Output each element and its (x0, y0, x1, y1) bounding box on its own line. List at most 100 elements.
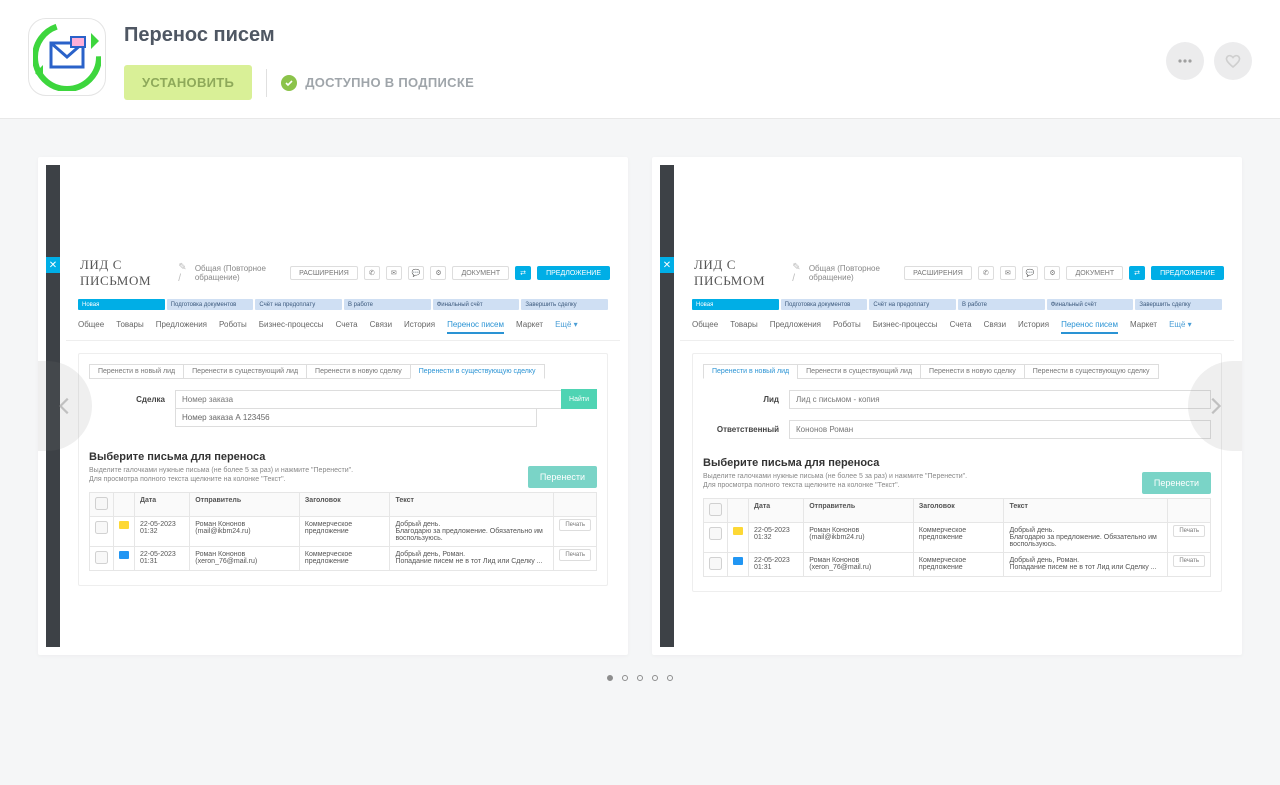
tab: История (404, 320, 435, 334)
install-button[interactable]: УСТАНОВИТЬ (124, 65, 252, 100)
col-date: Дата (135, 493, 190, 517)
responsible-label: Ответственный (703, 425, 779, 434)
tab: Бизнес-процессы (873, 320, 938, 334)
table-row: 22-05-2023 01:31 Роман Кононов (xeron_76… (90, 547, 597, 571)
transfer-panel: Перенести в новый лид Перенести в сущест… (692, 353, 1222, 592)
tab: Маркет (516, 320, 543, 334)
chat-icon: 💬 (408, 266, 425, 280)
tab-active: Перенос писем (1061, 320, 1118, 334)
crm-header: ЛИД С ПИСЬМОМ ✎ / Общая (Повторное обращ… (66, 251, 620, 295)
deal-label: Сделка (89, 395, 165, 404)
tab: Предложения (770, 320, 821, 334)
gallery-track: ✕ ЛИД С ПИСЬМОМ ✎ / Общая (Повторное обр… (38, 157, 1242, 655)
stage: В работе (344, 299, 431, 310)
link-icon: ⇄ (515, 266, 531, 280)
sub-tab: Перенести в существующий лид (797, 364, 921, 379)
transfer-subtabs: Перенести в новый лид Перенести в сущест… (89, 364, 597, 379)
tab-more: Ещё ▾ (555, 320, 578, 334)
stage: В работе (958, 299, 1045, 310)
stage: Завершить сделку (521, 299, 608, 310)
gear-icon: ⚙ (430, 266, 446, 280)
slideover-edge (660, 165, 674, 647)
crm-tabs: Общее Товары Предложения Роботы Бизнес-п… (680, 314, 1234, 341)
extensions-button: РАСШИРЕНИЯ (904, 266, 972, 280)
tab: Маркет (1130, 320, 1157, 334)
offer-button: ПРЕДЛОЖЕНИЕ (1151, 266, 1224, 280)
deal-input (175, 390, 597, 409)
link-icon: ⇄ (1129, 266, 1145, 280)
sub-tab-active: Перенести в существующую сделку (410, 364, 545, 379)
mail-table: Дата Отправитель Заголовок Текст (703, 498, 1211, 577)
gallery-slide[interactable]: ✕ ЛИД С ПИСЬМОМ ✎ / Общая (Повторное обр… (38, 157, 628, 655)
col-checkbox (90, 493, 114, 517)
pipeline-stages: Новая Подготовка документов Счёт на пред… (66, 295, 620, 314)
stage: Счёт на предоплату (869, 299, 956, 310)
tab: История (1018, 320, 1049, 334)
col-subject: Заголовок (299, 493, 390, 517)
check-circle-icon (281, 75, 297, 91)
stage: Подготовка документов (167, 299, 254, 310)
stage: Финальный счёт (433, 299, 520, 310)
lead-row: Лид (703, 389, 1211, 409)
lead-input (789, 390, 1211, 409)
separator (266, 69, 267, 97)
favorite-button[interactable] (1214, 42, 1252, 80)
stage: Финальный счёт (1047, 299, 1134, 310)
tab: Бизнес-процессы (259, 320, 324, 334)
lead-label: Лид (703, 395, 779, 404)
lead-title: ЛИД С ПИСЬМОМ (694, 257, 782, 289)
breadcrumb: Общая (Повторное обращение) (195, 264, 284, 282)
section-title: Выберите письма для переноса (89, 451, 597, 463)
sub-tab-active: Перенести в новый лид (703, 364, 798, 379)
tab: Счета (336, 320, 358, 334)
stage: Завершить сделку (1135, 299, 1222, 310)
tab-more: Ещё ▾ (1169, 320, 1192, 334)
transfer-subtabs: Перенести в новый лид Перенести в сущест… (703, 364, 1211, 379)
col-sender: Отправитель (190, 493, 300, 517)
sub-tab: Перенести в новый лид (89, 364, 184, 379)
close-icon: ✕ (46, 257, 60, 273)
stage: Счёт на предоплату (255, 299, 342, 310)
mail-icon: ✉ (386, 266, 402, 280)
chevron-right-icon (1204, 395, 1226, 417)
crm-mock: ✕ ЛИД С ПИСЬМОМ ✎ / Общая (Повторное обр… (46, 165, 620, 647)
crm-header: ЛИД С ПИСЬМОМ ✎ / Общая (Повторное обращ… (680, 251, 1234, 295)
stage: Новая (78, 299, 165, 310)
col-text: Текст (390, 493, 554, 517)
print-button: Печать (559, 549, 591, 561)
tab: Предложения (156, 320, 207, 334)
responsible-input (789, 420, 1211, 439)
more-button[interactable] (1166, 42, 1204, 80)
app-header: Перенос писем УСТАНОВИТЬ ДОСТУПНО В ПОДП… (0, 0, 1280, 119)
table-row: 22-05-2023 01:32 Роман Кононов (mail@ikb… (704, 523, 1211, 553)
close-icon: ✕ (660, 257, 674, 273)
transfer-panel: Перенести в новый лид Перенести в сущест… (78, 353, 608, 586)
extensions-button: РАСШИРЕНИЯ (290, 266, 358, 280)
phone-icon: ✆ (978, 266, 994, 280)
sub-tab: Перенести в существующую сделку (1024, 364, 1159, 379)
tab: Роботы (219, 320, 247, 334)
sub-tab: Перенести в существующий лид (183, 364, 307, 379)
subscription-label: ДОСТУПНО В ПОДПИСКЕ (305, 75, 474, 90)
mail-icon (119, 551, 129, 559)
gallery-slide[interactable]: ✕ ЛИД С ПИСЬМОМ ✎ / Общая (Повторное обр… (652, 157, 1242, 655)
tab: Товары (116, 320, 144, 334)
chat-icon: 💬 (1022, 266, 1039, 280)
pipeline-stages: Новая Подготовка документов Счёт на пред… (680, 295, 1234, 314)
gear-icon: ⚙ (1044, 266, 1060, 280)
document-button: ДОКУМЕНТ (1066, 266, 1123, 280)
sub-tab: Перенести в новую сделку (306, 364, 411, 379)
section-desc: Выделите галочками нужные письма (не бол… (89, 466, 597, 484)
header-body: Перенос писем УСТАНОВИТЬ ДОСТУПНО В ПОДП… (124, 18, 1148, 100)
table-row: 22-05-2023 01:31 Роман Кононов (xeron_76… (704, 553, 1211, 577)
tab: Общее (692, 320, 718, 334)
chevron-left-icon (54, 395, 76, 417)
header-actions: УСТАНОВИТЬ ДОСТУПНО В ПОДПИСКЕ (124, 65, 1148, 100)
crm-mock: ✕ ЛИД С ПИСЬМОМ ✎ / Общая (Повторное обр… (660, 165, 1234, 647)
lead-title: ЛИД С ПИСЬМОМ (80, 257, 168, 289)
print-button: Печать (1173, 525, 1205, 537)
autocomplete-hint: Номер заказа А 123456 (175, 409, 537, 427)
mail-icon: ✉ (1000, 266, 1016, 280)
sub-tab: Перенести в новую сделку (920, 364, 1025, 379)
tab: Общее (78, 320, 104, 334)
